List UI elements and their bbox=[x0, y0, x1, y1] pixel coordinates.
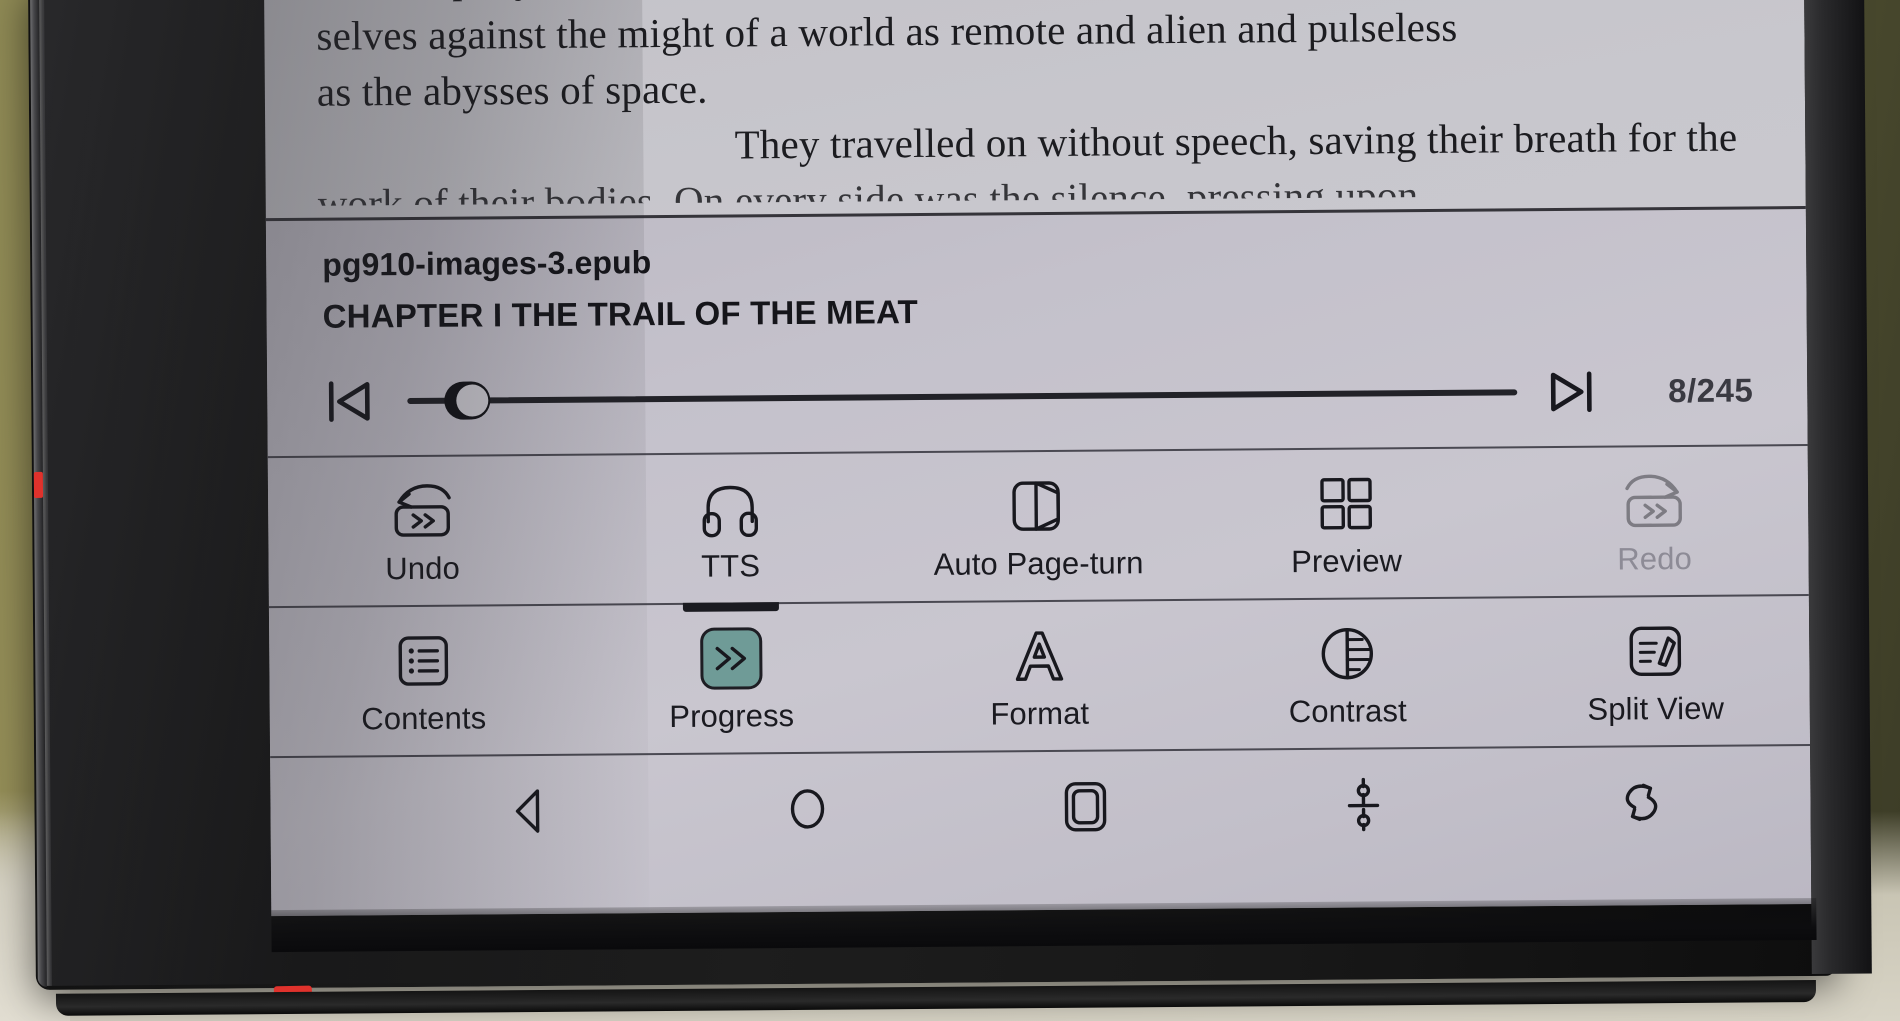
reader-menu-panel: pg910-images-3.epub CHAPTER I THE TRAIL … bbox=[265, 206, 1812, 917]
progress-active-chip bbox=[700, 627, 763, 690]
slider-thumb[interactable] bbox=[443, 381, 491, 420]
redo-icon-wrap bbox=[1619, 469, 1690, 534]
skip-forward-icon bbox=[1550, 371, 1592, 413]
auto-page-turn-icon-wrap bbox=[1006, 474, 1071, 539]
device-screen: land of desolation and mockery and silen… bbox=[263, 0, 1812, 917]
tab-split-view[interactable]: Split View bbox=[1501, 596, 1810, 746]
nav-settings-button[interactable] bbox=[1224, 748, 1503, 860]
ereader-device: land of desolation and mockery and silen… bbox=[28, 0, 1872, 1016]
square-stack-icon bbox=[1064, 781, 1107, 832]
skip-back-icon bbox=[328, 381, 370, 422]
split-view-label: Split View bbox=[1587, 690, 1725, 727]
refresh-icon bbox=[1625, 783, 1658, 822]
contrast-icon-wrap bbox=[1317, 621, 1378, 685]
tts-icon-wrap bbox=[698, 476, 763, 541]
jump-to-last-page-button[interactable] bbox=[1539, 360, 1604, 425]
auto-page-turn-button[interactable]: Auto Page-turn bbox=[884, 451, 1193, 601]
book-page-text: land of desolation and mockery and silen… bbox=[316, 0, 1738, 206]
tab-contents[interactable]: Contents bbox=[269, 606, 578, 756]
undo-icon-wrap bbox=[387, 479, 458, 544]
system-navigation-bar bbox=[270, 744, 1811, 869]
action-toolbar-row: Undo TTS Auto Page-turn Preview Redo bbox=[267, 444, 1809, 607]
split-view-icon bbox=[1629, 626, 1682, 677]
preview-button[interactable]: Preview bbox=[1192, 448, 1501, 598]
back-triangle-icon bbox=[515, 789, 540, 833]
list-icon bbox=[398, 636, 449, 686]
contents-label: Contents bbox=[361, 700, 487, 737]
split-view-icon-wrap bbox=[1624, 619, 1687, 683]
contrast-label: Contrast bbox=[1288, 693, 1407, 730]
tab-format[interactable]: Format bbox=[885, 601, 1194, 751]
page-turn-icon bbox=[1012, 481, 1060, 531]
progress-slider-row: 8/245 bbox=[267, 334, 1808, 456]
nav-back-button[interactable] bbox=[390, 755, 669, 867]
slider-track[interactable] bbox=[407, 389, 1518, 405]
redo-button[interactable]: Redo bbox=[1500, 446, 1809, 596]
paragraph-indent bbox=[317, 119, 401, 176]
tab-contrast[interactable]: Contrast bbox=[1193, 598, 1502, 748]
circle-icon bbox=[790, 789, 825, 829]
format-label: Format bbox=[990, 695, 1090, 732]
redo-label: Redo bbox=[1617, 540, 1692, 577]
book-line-text: selves against the might of a world as r… bbox=[316, 3, 1458, 59]
nav-recents-button[interactable] bbox=[946, 751, 1225, 863]
headphones-icon bbox=[702, 485, 759, 538]
tts-label: TTS bbox=[701, 548, 761, 584]
jump-to-first-page-button[interactable] bbox=[317, 369, 382, 434]
chapter-title: CHAPTER I THE TRAIL OF THE MEAT bbox=[322, 293, 919, 335]
auto-page-turn-label: Auto Page-turn bbox=[933, 545, 1144, 582]
device-accent-mark-icon bbox=[33, 471, 44, 498]
undo-label: Undo bbox=[385, 550, 461, 587]
undo-button[interactable]: Undo bbox=[268, 456, 577, 606]
preview-icon-wrap bbox=[1315, 471, 1378, 535]
active-tab-indicator bbox=[682, 602, 779, 612]
contents-icon-wrap bbox=[394, 629, 453, 693]
progress-icon-wrap bbox=[700, 626, 763, 690]
nav-refresh-button[interactable] bbox=[1502, 746, 1781, 858]
book-line-text: They travelled on without speech, saving… bbox=[734, 113, 1738, 168]
undo-icon bbox=[394, 484, 451, 537]
grid-four-icon bbox=[1320, 477, 1373, 530]
device-right-bezel bbox=[1803, 0, 1872, 975]
panel-header: pg910-images-3.epub CHAPTER I THE TRAIL … bbox=[266, 209, 1807, 346]
redo-icon bbox=[1625, 474, 1682, 528]
nav-home-button[interactable] bbox=[668, 753, 947, 865]
preview-label: Preview bbox=[1290, 543, 1403, 580]
contrast-circle-icon bbox=[1321, 627, 1374, 680]
format-icon-wrap bbox=[1009, 624, 1070, 688]
tab-progress[interactable]: Progress bbox=[577, 602, 886, 753]
page-indicator: 8/245 bbox=[1668, 371, 1754, 410]
sliders-icon bbox=[1347, 777, 1380, 832]
progress-label: Progress bbox=[669, 698, 795, 734]
tts-button[interactable]: TTS bbox=[576, 453, 885, 603]
document-filename: pg910-images-3.epub bbox=[322, 244, 652, 283]
letter-a-icon bbox=[1015, 631, 1064, 681]
chevrons-right-icon bbox=[715, 646, 747, 671]
tab-toolbar-row: Contents Progress Format Contrast Split … bbox=[268, 594, 1811, 757]
progress-slider[interactable] bbox=[407, 360, 1518, 433]
